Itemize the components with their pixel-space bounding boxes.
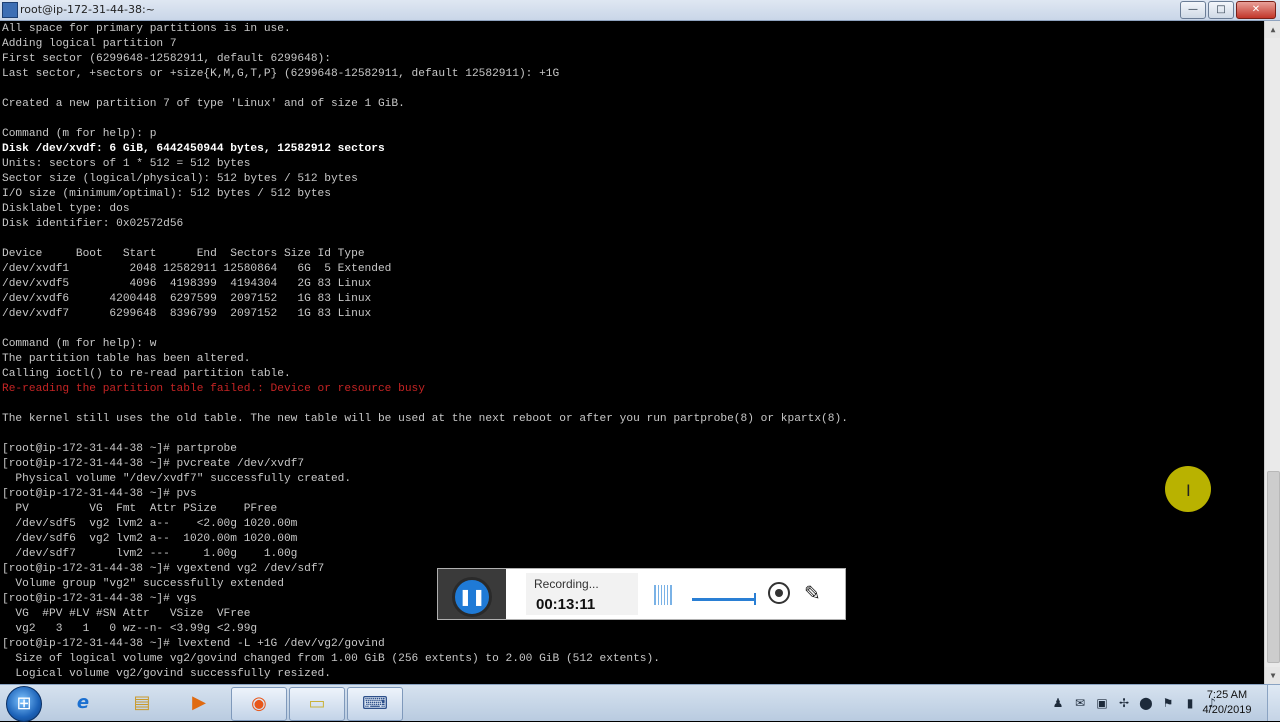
scroll-thumb[interactable] bbox=[1267, 471, 1280, 663]
volume-slider[interactable] bbox=[692, 593, 756, 605]
webcam-icon[interactable] bbox=[768, 582, 790, 604]
file-explorer-icon[interactable]: ▤ bbox=[115, 687, 169, 719]
terminal-line: Command (m for help): p bbox=[2, 128, 157, 140]
system-clock[interactable]: 7:25 AM 4/20/2019 bbox=[1192, 688, 1262, 718]
terminal-line: The partition table has been altered. bbox=[2, 353, 251, 365]
taskbar: e ▤ ▶ ◉ ▭ ⌨ ♟ ✉ ▣ ✢ ⬤ ⚑ ▮ ♪ 7:25 AM 4/20… bbox=[0, 684, 1280, 722]
screen-recorder-widget: ❚❚ Recording... 00:13:11 ✎ bbox=[437, 568, 846, 620]
terminal-line: Created a new partition 7 of type 'Linux… bbox=[2, 98, 405, 110]
terminal-line: Last sector, +sectors or +size{K,M,G,T,P… bbox=[2, 68, 560, 80]
terminal-line: [root@ip-172-31-44-38 ~]# partprobe bbox=[2, 443, 237, 455]
pen-icon[interactable]: ✎ bbox=[804, 581, 821, 605]
terminal-line: Disk identifier: 0x02572d56 bbox=[2, 218, 184, 230]
audio-level-icon bbox=[654, 585, 672, 605]
scroll-up-button[interactable]: ▲ bbox=[1265, 21, 1280, 38]
terminal-line: Command (m for help): w bbox=[2, 338, 157, 350]
recorder-tray-icon[interactable]: ⬤ bbox=[1138, 695, 1154, 711]
close-button[interactable]: ✕ bbox=[1236, 1, 1276, 19]
ibeam-cursor-icon: I bbox=[1186, 481, 1191, 500]
clock-date: 4/20/2019 bbox=[1202, 704, 1252, 716]
terminal-line: [root@ip-172-31-44-38 ~]# lvextend -L +1… bbox=[2, 638, 385, 650]
terminal-line: Sector size (logical/physical): 512 byte… bbox=[2, 173, 358, 185]
putty-taskbar-icon[interactable]: ⌨ bbox=[347, 687, 403, 721]
terminal-line: /dev/xvdf7 6299648 8396799 2097152 1G 83… bbox=[2, 308, 372, 320]
show-desktop-button[interactable] bbox=[1267, 685, 1280, 721]
terminal-line: Disk /dev/xvdf: 6 GiB, 6442450944 bytes,… bbox=[2, 143, 385, 155]
terminal-line: First sector (6299648-12582911, default … bbox=[2, 53, 331, 65]
terminal-line: Logical volume vg2/govind successfully r… bbox=[2, 668, 331, 680]
monitor-icon[interactable]: ▣ bbox=[1094, 695, 1110, 711]
sticky-notes-icon[interactable]: ▭ bbox=[289, 687, 345, 721]
terminal-line: Disklabel type: dos bbox=[2, 203, 130, 215]
terminal-line: Device Boot Start End Sectors Size Id Ty… bbox=[2, 248, 365, 260]
terminal-line: /dev/sdf7 lvm2 --- 1.00g 1.00g bbox=[2, 548, 298, 560]
terminal-line: PV VG Fmt Attr PSize PFree bbox=[2, 503, 278, 515]
recording-status: Recording... bbox=[534, 577, 599, 591]
window-title: root@ip-172-31-44-38:~ bbox=[20, 3, 155, 16]
terminal-line: I/O size (minimum/optimal): 512 bytes / … bbox=[2, 188, 331, 200]
recorder-control-panel: ❚❚ bbox=[438, 569, 506, 619]
maximize-button[interactable]: □ bbox=[1208, 1, 1234, 19]
terminal-line: The kernel still uses the old table. The… bbox=[2, 413, 848, 425]
window-controls: — □ ✕ bbox=[1180, 1, 1276, 19]
terminal-line: Re-reading the partition table failed.: … bbox=[2, 383, 425, 395]
terminal-line: Volume group "vg2" successfully extended bbox=[2, 578, 284, 590]
media-player-icon[interactable]: ▶ bbox=[172, 687, 226, 719]
scroll-down-button[interactable]: ▼ bbox=[1265, 667, 1280, 684]
terminal-line: [root@ip-172-31-44-38 ~]# pvs bbox=[2, 488, 197, 500]
flag-icon[interactable]: ⚑ bbox=[1160, 695, 1176, 711]
putty-app-icon[interactable] bbox=[2, 2, 18, 18]
terminal-line: vg2 3 1 0 wz--n- <3.99g <2.99g bbox=[2, 623, 258, 635]
terminal-line: Size of logical volume vg2/govind change… bbox=[2, 653, 660, 665]
network-user-icon[interactable]: ♟ bbox=[1050, 695, 1066, 711]
terminal-scrollbar[interactable]: ▲ ▼ bbox=[1264, 21, 1280, 684]
clock-time: 7:25 AM bbox=[1206, 689, 1248, 701]
terminal-line: /dev/sdf5 vg2 lvm2 a-- <2.00g 1020.00m bbox=[2, 518, 298, 530]
window-titlebar: root@ip-172-31-44-38:~ — □ ✕ bbox=[0, 0, 1280, 21]
terminal-line: All space for primary partitions is in u… bbox=[2, 23, 291, 35]
terminal-line: [root@ip-172-31-44-38 ~]# vgextend vg2 /… bbox=[2, 563, 325, 575]
terminal-line: /dev/xvdf1 2048 12582911 12580864 6G 5 E… bbox=[2, 263, 392, 275]
minimize-button[interactable]: — bbox=[1180, 1, 1206, 19]
firefox-icon[interactable]: ◉ bbox=[231, 687, 287, 721]
recording-status-box: Recording... 00:13:11 bbox=[526, 573, 638, 615]
terminal-line: /dev/sdf6 vg2 lvm2 a-- 1020.00m 1020.00m bbox=[2, 533, 298, 545]
terminal-line: [root@ip-172-31-44-38 ~]# vgs bbox=[2, 593, 197, 605]
internet-explorer-icon[interactable]: e bbox=[56, 687, 110, 719]
terminal-line: /dev/xvdf5 4096 4198399 4194304 2G 83 Li… bbox=[2, 278, 372, 290]
pause-recording-button[interactable]: ❚❚ bbox=[452, 577, 492, 617]
messenger-icon[interactable]: ✉ bbox=[1072, 695, 1088, 711]
terminal-line: Calling ioctl() to re-read partition tab… bbox=[2, 368, 291, 380]
recording-timer: 00:13:11 bbox=[536, 596, 596, 613]
terminal-line: VG #PV #LV #SN Attr VSize VFree bbox=[2, 608, 251, 620]
tools-icon[interactable]: ✢ bbox=[1116, 695, 1132, 711]
start-button[interactable] bbox=[6, 686, 42, 722]
terminal-line: Adding logical partition 7 bbox=[2, 38, 177, 50]
terminal-line: [root@ip-172-31-44-38 ~]# pvcreate /dev/… bbox=[2, 458, 305, 470]
terminal-line: Physical volume "/dev/xvdf7" successfull… bbox=[2, 473, 352, 485]
terminal-line: /dev/xvdf6 4200448 6297599 2097152 1G 83… bbox=[2, 293, 372, 305]
terminal-line: Units: sectors of 1 * 512 = 512 bytes bbox=[2, 158, 251, 170]
